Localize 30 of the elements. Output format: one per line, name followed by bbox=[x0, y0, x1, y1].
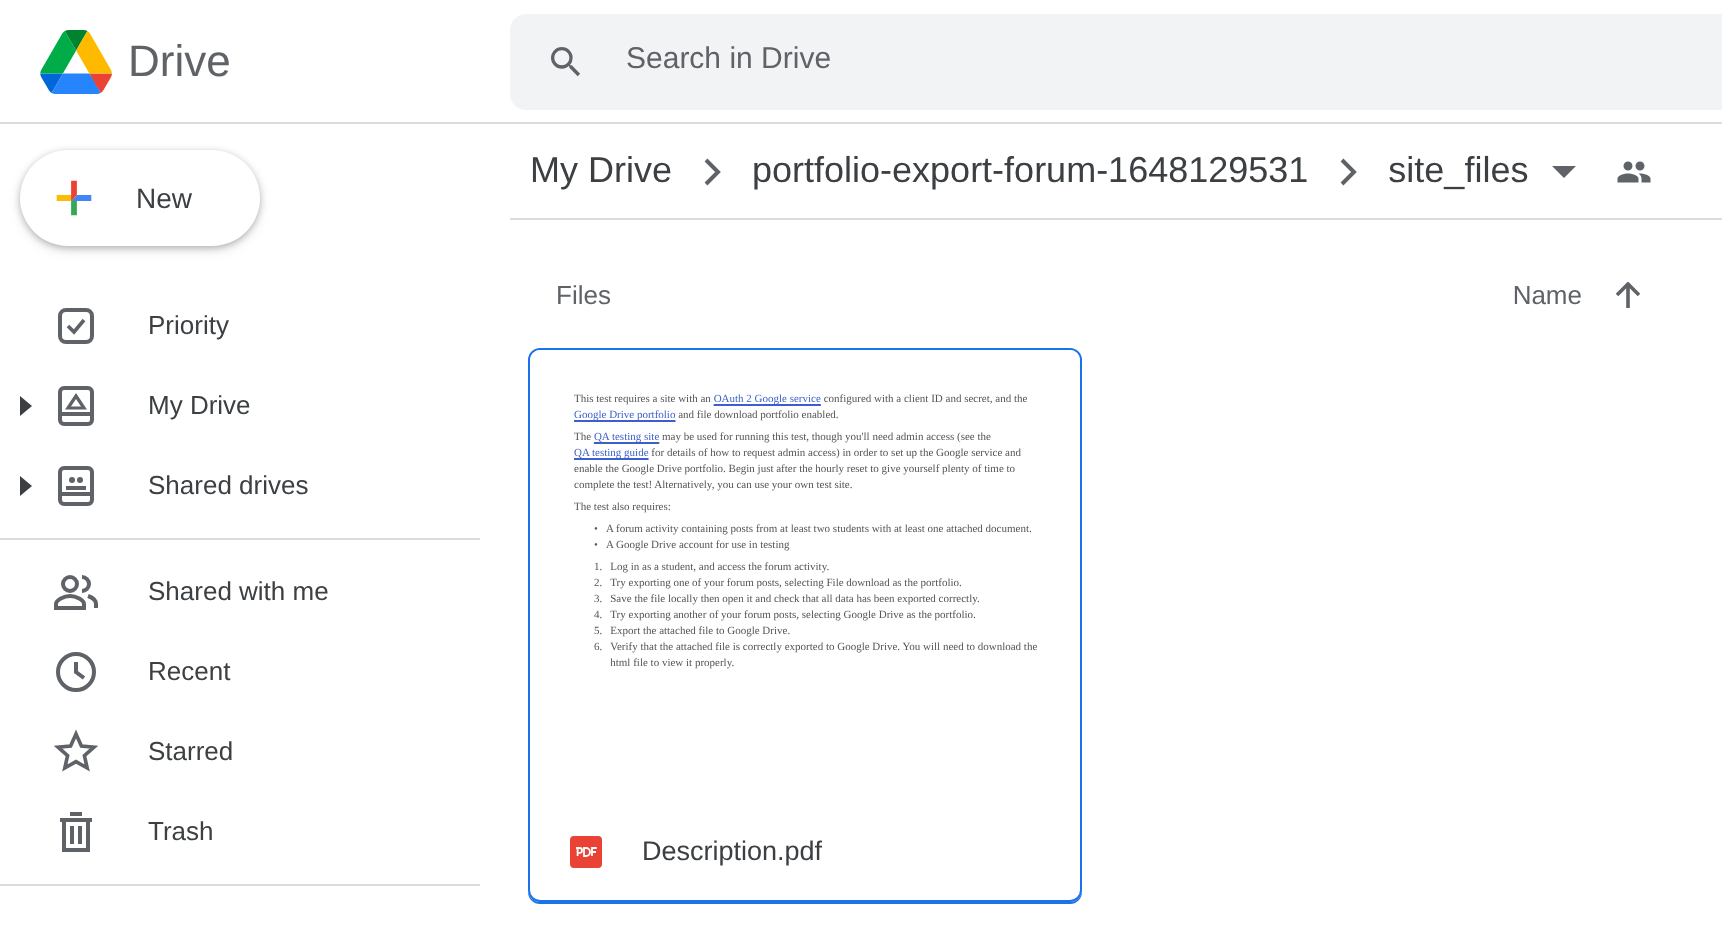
search-input[interactable]: Search in Drive bbox=[622, 36, 1422, 86]
breadcrumb-item[interactable]: portfolio-export-forum-1648129531 bbox=[752, 144, 1309, 198]
expand-caret-icon[interactable] bbox=[20, 396, 32, 416]
sidebar-item[interactable]: Starred bbox=[0, 712, 480, 792]
breadcrumb-item[interactable]: site_files bbox=[1388, 144, 1529, 198]
shared-drive-icon bbox=[52, 462, 100, 510]
search-field[interactable]: Search in Drive bbox=[510, 13, 1722, 109]
star-icon bbox=[52, 728, 100, 776]
new-button[interactable]: New bbox=[20, 150, 260, 246]
sidebar-item[interactable]: Shared with me bbox=[0, 552, 480, 632]
section-label: Files bbox=[556, 278, 611, 315]
drive-logo-icon bbox=[40, 29, 112, 93]
breadcrumb-item[interactable]: My Drive bbox=[530, 144, 672, 198]
file-card[interactable] bbox=[528, 348, 1082, 902]
checkbox-icon bbox=[52, 302, 100, 350]
sidebar-item[interactable]: Trash bbox=[0, 792, 480, 872]
sidebar-item[interactable]: Shared drives bbox=[0, 446, 480, 526]
app-title: Drive bbox=[128, 34, 231, 90]
clock-icon bbox=[52, 648, 100, 696]
sort-label[interactable]: Name bbox=[1512, 276, 1582, 316]
sidebar-item[interactable]: My Drive bbox=[0, 366, 480, 446]
search-icon bbox=[546, 41, 586, 81]
sidebar-item[interactable]: Recent bbox=[0, 632, 480, 712]
sidebar-item[interactable]: Priority bbox=[0, 286, 480, 366]
sort-arrow-icon[interactable] bbox=[1614, 282, 1642, 310]
file-name: Description.pdf bbox=[642, 833, 823, 870]
expand-caret-icon[interactable] bbox=[20, 476, 32, 496]
dropdown-caret-icon[interactable] bbox=[1552, 165, 1577, 177]
drive-folder-icon bbox=[52, 382, 100, 430]
pdf-file-icon bbox=[570, 836, 602, 868]
